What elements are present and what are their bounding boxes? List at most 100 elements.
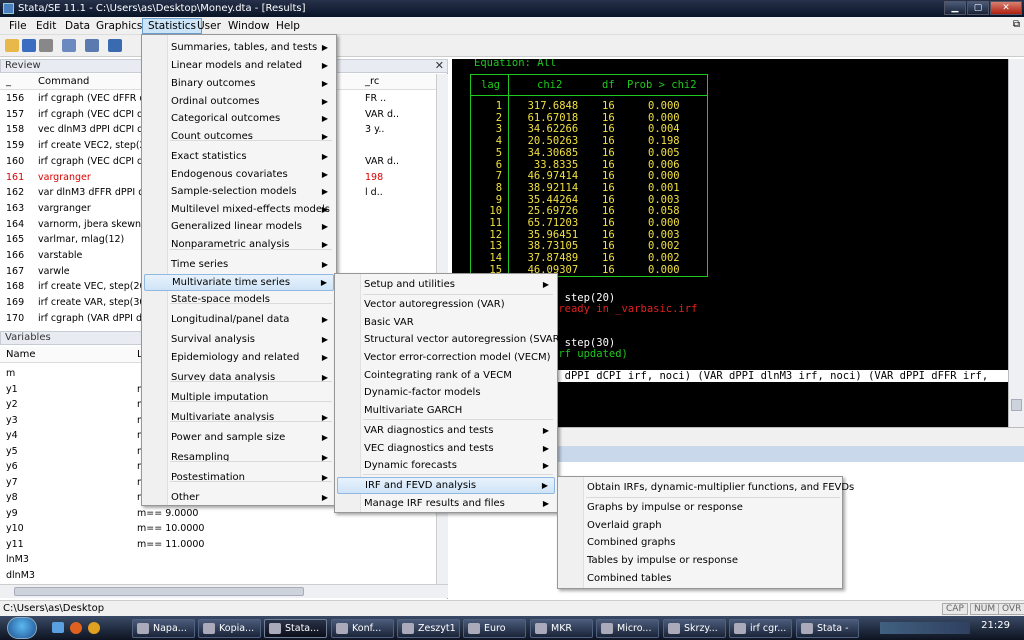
mts-menu-item[interactable]: IRF and FEVD analysis ▶ <box>337 477 555 494</box>
stat-menu-item[interactable]: Categorical outcomes ▶ <box>144 110 334 127</box>
stat-menu-item[interactable]: Multilevel mixed-effects models ▶ <box>144 201 334 218</box>
close-button[interactable]: ✕ <box>990 1 1022 15</box>
row-command[interactable]: varwle <box>38 264 70 279</box>
col-command[interactable]: Command <box>38 74 89 90</box>
mts-menu-item[interactable]: Dynamic-factor models <box>337 384 555 401</box>
taskbar-item[interactable]: Konf... <box>331 619 394 638</box>
variable-name[interactable]: y6 <box>6 459 18 474</box>
open-icon[interactable] <box>5 39 19 52</box>
row-command[interactable]: irf create VAR, step(30) <box>38 295 149 310</box>
stat-menu-item[interactable]: State-space models <box>144 291 334 308</box>
taskbar-item[interactable]: Micro... <box>596 619 659 638</box>
mts-menu-item[interactable]: Vector autoregression (VAR) <box>337 296 555 313</box>
irf-menu-item[interactable]: Obtain IRFs, dynamic-multiplier function… <box>560 479 854 496</box>
restore-child-icon[interactable]: ⧉ <box>1013 19 1020 30</box>
variable-row[interactable]: y10 m== 10.0000 <box>0 521 436 537</box>
mts-menu-item[interactable]: Vector error-correction model (VECM) <box>337 349 555 366</box>
stat-menu-item[interactable]: Survival analysis ▶ <box>144 331 334 348</box>
variable-name[interactable]: y4 <box>6 428 18 443</box>
stat-menu-item[interactable]: Summaries, tables, and tests ▶ <box>144 39 334 56</box>
variable-name[interactable]: y10 <box>6 521 24 536</box>
variable-name[interactable]: y2 <box>6 397 18 412</box>
row-command[interactable]: irf cgraph (VEC dCPI dIn <box>38 154 152 169</box>
graph-icon[interactable] <box>108 39 122 52</box>
variable-name[interactable]: y9 <box>6 506 18 521</box>
stat-menu-item[interactable]: Exact statistics ▶ <box>144 148 334 165</box>
save-icon[interactable] <box>22 39 36 52</box>
close-icon[interactable]: ✕ <box>435 60 444 72</box>
stat-menu-item[interactable]: Multivariate time series ▶ <box>144 274 334 291</box>
mts-menu-item[interactable]: Basic VAR <box>337 314 555 331</box>
taskbar-item[interactable]: Zeszyt1 <box>397 619 460 638</box>
menu-user[interactable]: User <box>192 18 226 34</box>
menu-help[interactable]: Help <box>271 18 305 34</box>
mts-menu-item[interactable]: Manage IRF results and files ▶ <box>337 495 555 512</box>
variable-name[interactable]: lnM3 <box>6 552 29 567</box>
variable-name[interactable]: m <box>6 366 15 381</box>
stat-menu-item[interactable]: Power and sample size ▶ <box>144 429 334 446</box>
variable-row[interactable]: dlnM3 <box>0 568 436 584</box>
minimize-button[interactable]: ▁ <box>944 1 966 15</box>
start-button[interactable] <box>7 617 37 639</box>
taskbar-item[interactable]: MKR <box>530 619 593 638</box>
row-command[interactable]: irf cgraph (VAR dPPI dCPI <box>38 311 157 326</box>
stat-menu-item[interactable]: Longitudinal/panel data ▶ <box>144 311 334 328</box>
variable-name[interactable]: y8 <box>6 490 18 505</box>
variable-row[interactable]: lnM3 <box>0 552 436 568</box>
taskbar-item[interactable]: Stata... <box>264 619 327 638</box>
print-icon[interactable] <box>39 39 53 52</box>
variable-name[interactable]: y5 <box>6 444 18 459</box>
stat-menu-item[interactable]: Binary outcomes ▶ <box>144 75 334 92</box>
taskbar-item[interactable]: Napa... <box>132 619 195 638</box>
row-command[interactable]: varlmar, mlag(12) <box>38 232 124 247</box>
variable-name[interactable]: y11 <box>6 537 24 552</box>
stat-menu-item[interactable]: Linear models and related ▶ <box>144 57 334 74</box>
row-command[interactable]: varstable <box>38 248 82 263</box>
stat-menu-item[interactable]: Ordinal outcomes ▶ <box>144 93 334 110</box>
stat-menu-item[interactable]: Survey data analysis ▶ <box>144 369 334 386</box>
stat-menu-item[interactable]: Multivariate analysis ▶ <box>144 409 334 426</box>
row-command[interactable]: irf cgraph (VEC dFFR dIn <box>38 91 154 106</box>
mts-menu-item[interactable]: Cointegrating rank of a VECM <box>337 367 555 384</box>
taskbar-item[interactable]: Skrzy... <box>663 619 726 638</box>
variable-name[interactable]: y7 <box>6 475 18 490</box>
row-command[interactable]: vargranger <box>38 201 91 216</box>
menu-file[interactable]: File <box>4 18 32 34</box>
row-command[interactable]: irf create VEC, step(20) <box>38 279 149 294</box>
log-icon[interactable] <box>62 39 76 52</box>
mts-menu-item[interactable]: VEC diagnostics and tests ▶ <box>337 440 555 457</box>
variable-name[interactable]: y3 <box>6 413 18 428</box>
menu-window[interactable]: Window <box>223 18 274 34</box>
mts-menu-item[interactable]: Multivariate GARCH <box>337 402 555 419</box>
irf-menu-item[interactable]: Overlaid graph <box>560 517 840 534</box>
taskbar-item[interactable]: Kopia... <box>198 619 261 638</box>
stat-menu-item[interactable]: Endogenous covariates ▶ <box>144 166 334 183</box>
variable-name[interactable]: y1 <box>6 382 18 397</box>
row-command[interactable]: irf cgraph (VEC dCPI dIn <box>38 107 152 122</box>
row-command[interactable]: vargranger <box>38 170 91 185</box>
mts-menu-item[interactable]: Dynamic forecasts ▶ <box>337 457 555 474</box>
irf-menu-item[interactable]: Combined graphs <box>560 534 840 551</box>
menu-graphics[interactable]: Graphics <box>91 18 147 34</box>
stat-menu-item[interactable]: Sample-selection models ▶ <box>144 183 334 200</box>
menu-data[interactable]: Data <box>60 18 95 34</box>
viewer-icon[interactable] <box>85 39 99 52</box>
variable-row[interactable]: y11 m== 11.0000 <box>0 537 436 553</box>
stat-menu-item[interactable]: Postestimation ▶ <box>144 469 334 486</box>
stat-menu-item[interactable]: Other ▶ <box>144 489 334 506</box>
show-desktop-icon[interactable] <box>52 622 64 633</box>
results-scrollbar[interactable] <box>1008 59 1024 427</box>
menu-edit[interactable]: Edit <box>31 18 61 34</box>
row-command[interactable]: var dlnM3 dFFR dPPI dC <box>38 185 151 200</box>
stat-menu-item[interactable]: Time series ▶ <box>144 256 334 273</box>
maximize-button[interactable]: ▢ <box>967 1 989 15</box>
taskbar-item[interactable]: Stata - <box>796 619 859 638</box>
row-command[interactable]: varnorm, jbera skewness <box>38 217 157 232</box>
stat-menu-item[interactable]: Resampling ▶ <box>144 449 334 466</box>
irf-menu-item[interactable]: Combined tables <box>560 570 840 587</box>
col-rc[interactable]: _rc <box>365 74 379 90</box>
stat-menu-item[interactable]: Multiple imputation <box>144 389 334 406</box>
mts-menu-item[interactable]: Setup and utilities ▶ <box>337 276 555 293</box>
row-command[interactable]: vec dlnM3 dPPI dCPI dF <box>38 122 149 137</box>
irf-menu-item[interactable]: Tables by impulse or response <box>560 552 840 569</box>
